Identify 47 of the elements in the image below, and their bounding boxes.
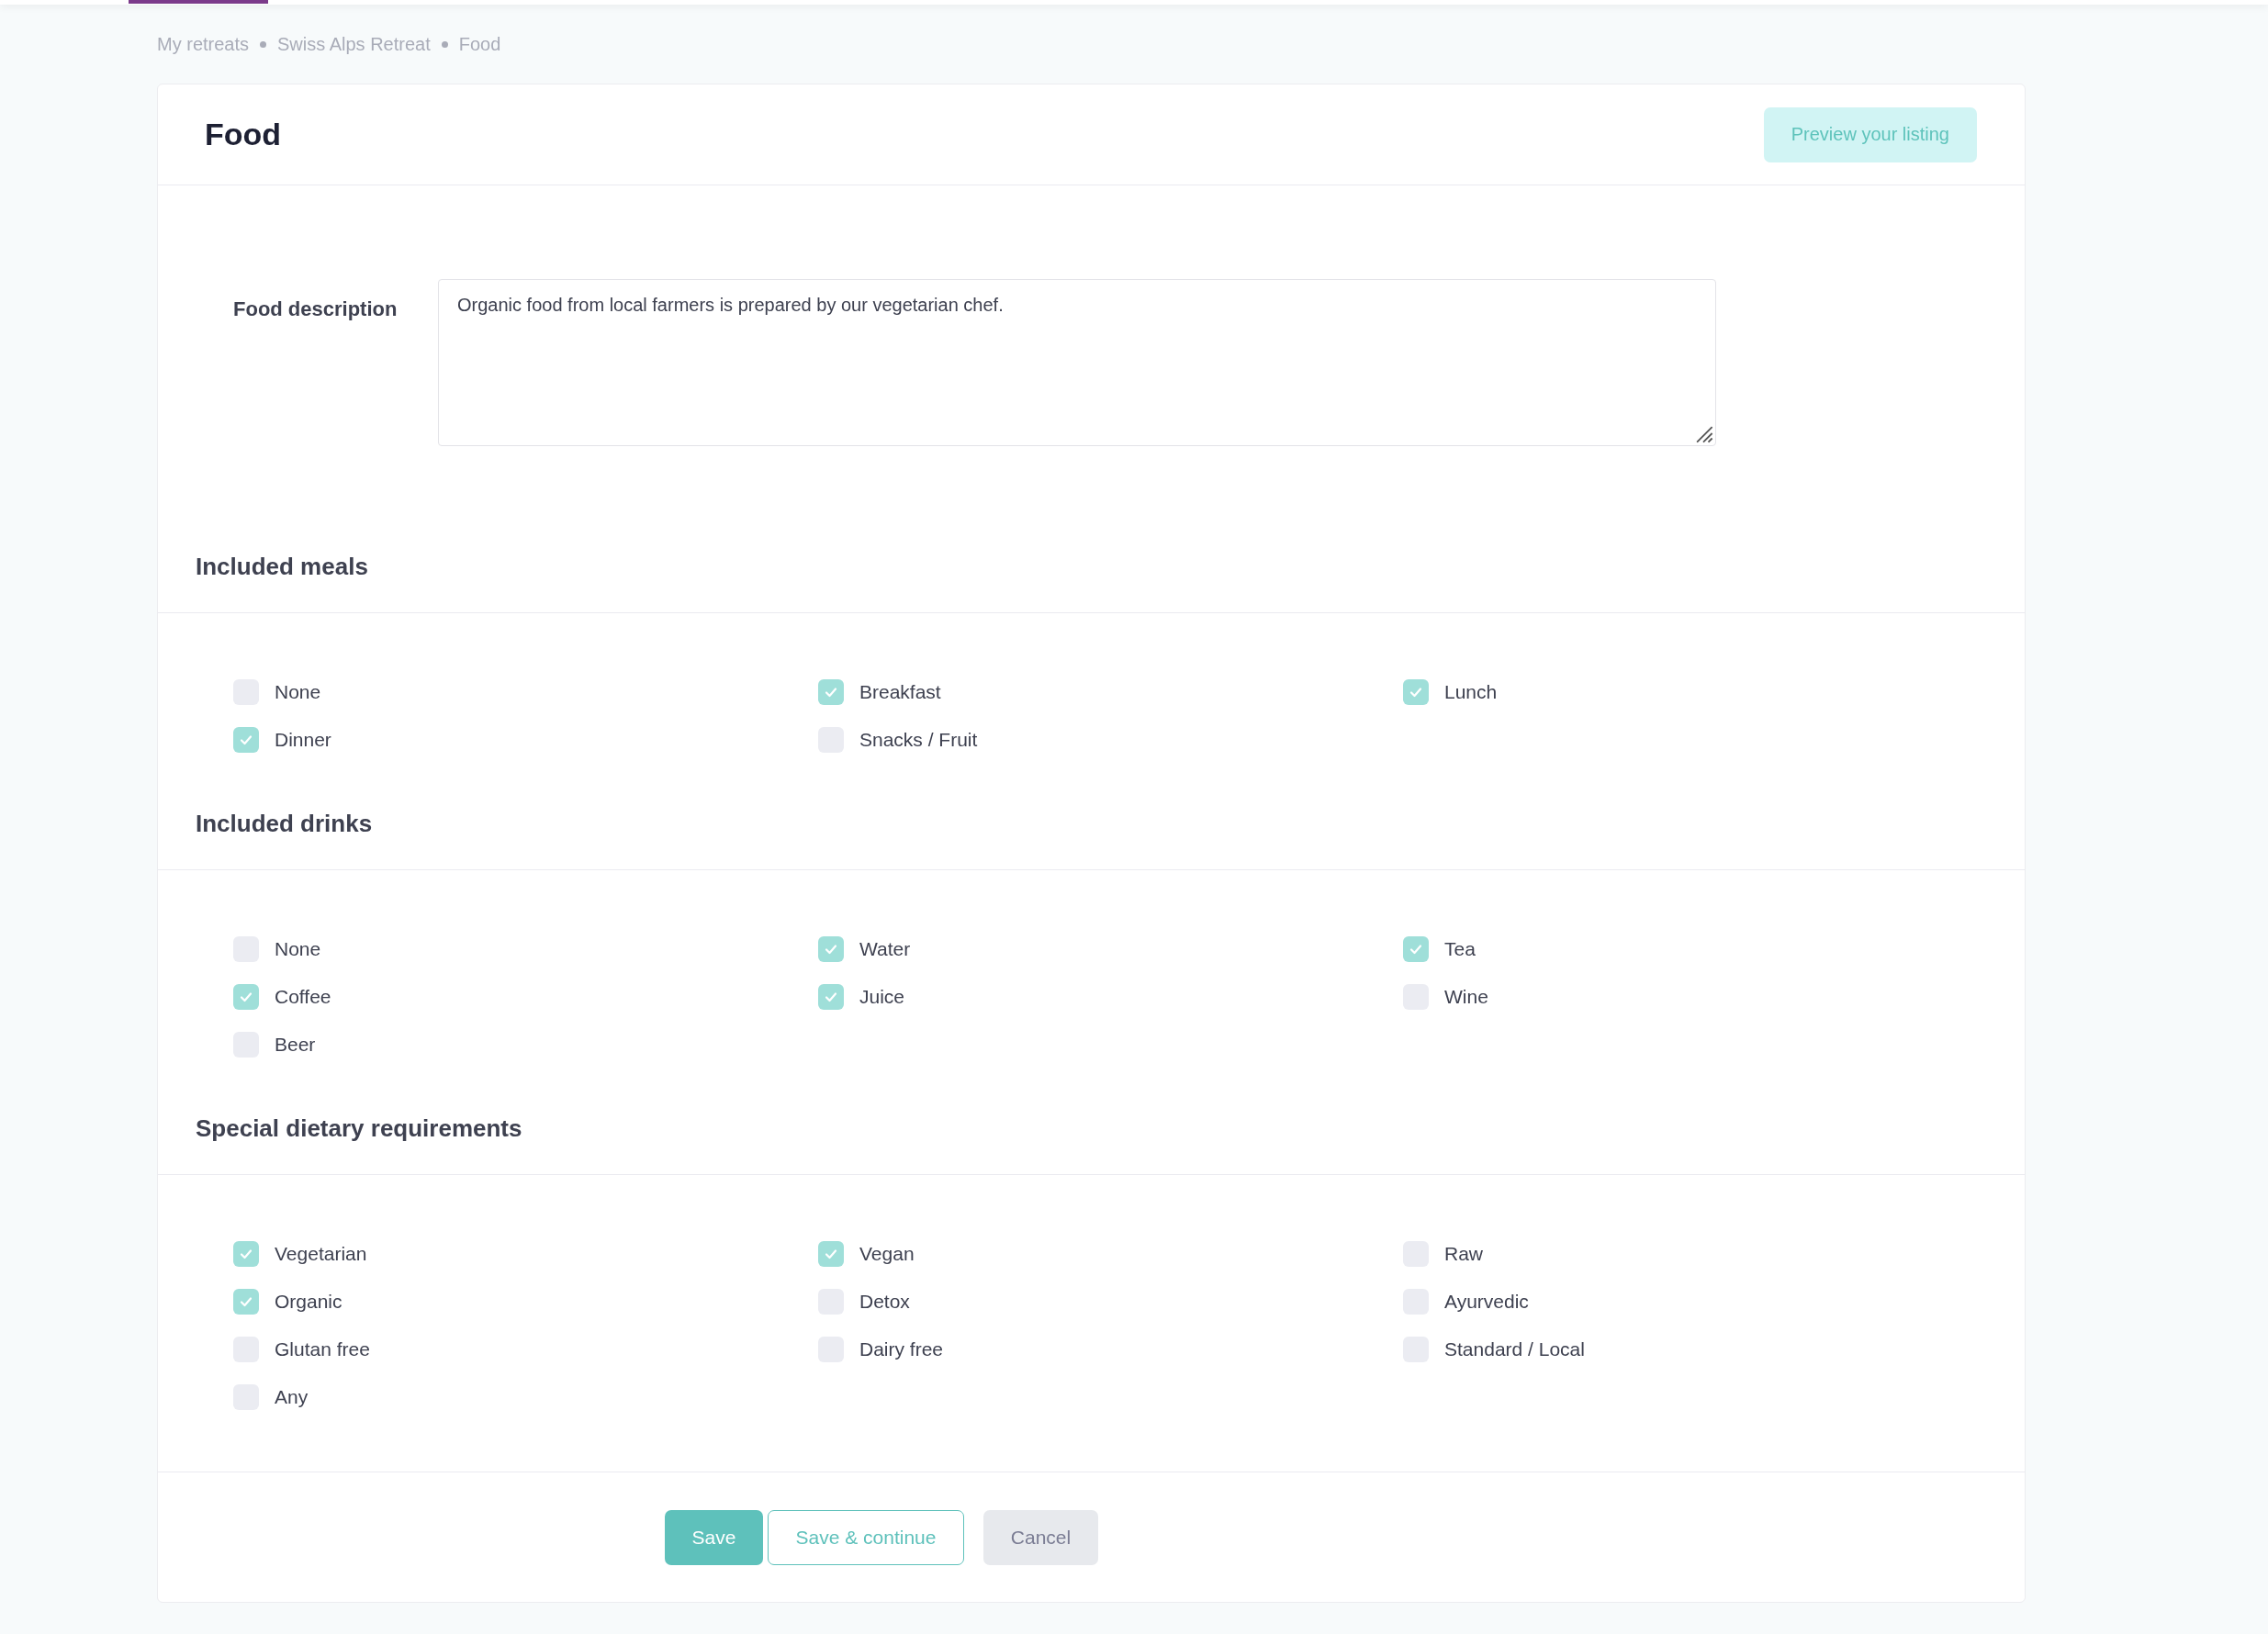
checkbox-label: Water bbox=[859, 937, 911, 960]
checkbox-label: Vegetarian bbox=[275, 1242, 367, 1265]
checkbox-label: Tea bbox=[1444, 937, 1476, 960]
checkbox-label: Lunch bbox=[1444, 680, 1498, 703]
cancel-button[interactable]: Cancel bbox=[983, 1509, 1098, 1565]
checkbox-label: None bbox=[275, 680, 321, 703]
checkbox[interactable] bbox=[818, 935, 844, 962]
checkbox-label: Raw bbox=[1444, 1242, 1483, 1265]
checkbox-label: Dairy free bbox=[859, 1337, 944, 1360]
separator-dot-icon bbox=[441, 40, 448, 48]
checkbox[interactable] bbox=[1403, 678, 1429, 705]
food-description-field[interactable]: Organic food from local farmers is prepared by our vegetarian chef. bbox=[438, 279, 1716, 446]
checkbox-label: Dinner bbox=[275, 728, 331, 751]
field-label: Food description bbox=[233, 297, 399, 321]
checkbox-label: Vegan bbox=[859, 1242, 915, 1265]
section-heading: Included meals bbox=[158, 511, 2025, 613]
checkbox-label: Glutan free bbox=[275, 1337, 370, 1360]
section-heading: Special dietary requirements bbox=[158, 1073, 2025, 1175]
checkbox-label: Any bbox=[275, 1385, 309, 1408]
checkbox[interactable] bbox=[1403, 935, 1429, 962]
checkbox-label: Wine bbox=[1444, 985, 1488, 1008]
checkbox-label: Juice bbox=[859, 985, 905, 1008]
checkbox[interactable] bbox=[818, 678, 844, 705]
breadcrumb-link[interactable]: My retreats bbox=[157, 33, 250, 55]
checkbox-label: Breakfast bbox=[859, 680, 941, 703]
checkbox-label: Standard / Local bbox=[1444, 1337, 1585, 1360]
page-title: Food bbox=[205, 117, 282, 152]
checkbox-label: Coffee bbox=[275, 985, 331, 1008]
checkbox-label: Beer bbox=[275, 1033, 316, 1056]
checkbox-label: Organic bbox=[275, 1290, 342, 1313]
checkbox[interactable] bbox=[233, 1240, 259, 1267]
separator-dot-icon bbox=[260, 40, 267, 48]
save-button[interactable]: Save bbox=[665, 1509, 763, 1565]
checkbox-label: Detox bbox=[859, 1290, 910, 1313]
breadcrumb-link[interactable]: Food bbox=[458, 33, 501, 55]
checkbox-label: None bbox=[275, 937, 321, 960]
checkbox[interactable] bbox=[233, 983, 259, 1010]
preview-listing-button[interactable]: Preview your listing bbox=[1763, 106, 1977, 162]
save-continue-button[interactable]: Save & continue bbox=[768, 1509, 964, 1565]
section-heading: Included drinks bbox=[158, 768, 2025, 870]
checkbox[interactable] bbox=[818, 983, 844, 1010]
checkbox-label: Ayurvedic bbox=[1444, 1290, 1529, 1313]
checkbox[interactable] bbox=[818, 1240, 844, 1267]
checkbox[interactable] bbox=[233, 726, 259, 753]
checkbox-label: Snacks / Fruit bbox=[859, 728, 978, 751]
checkbox[interactable] bbox=[233, 1288, 259, 1315]
breadcrumb-link[interactable]: Swiss Alps Retreat bbox=[277, 33, 431, 55]
